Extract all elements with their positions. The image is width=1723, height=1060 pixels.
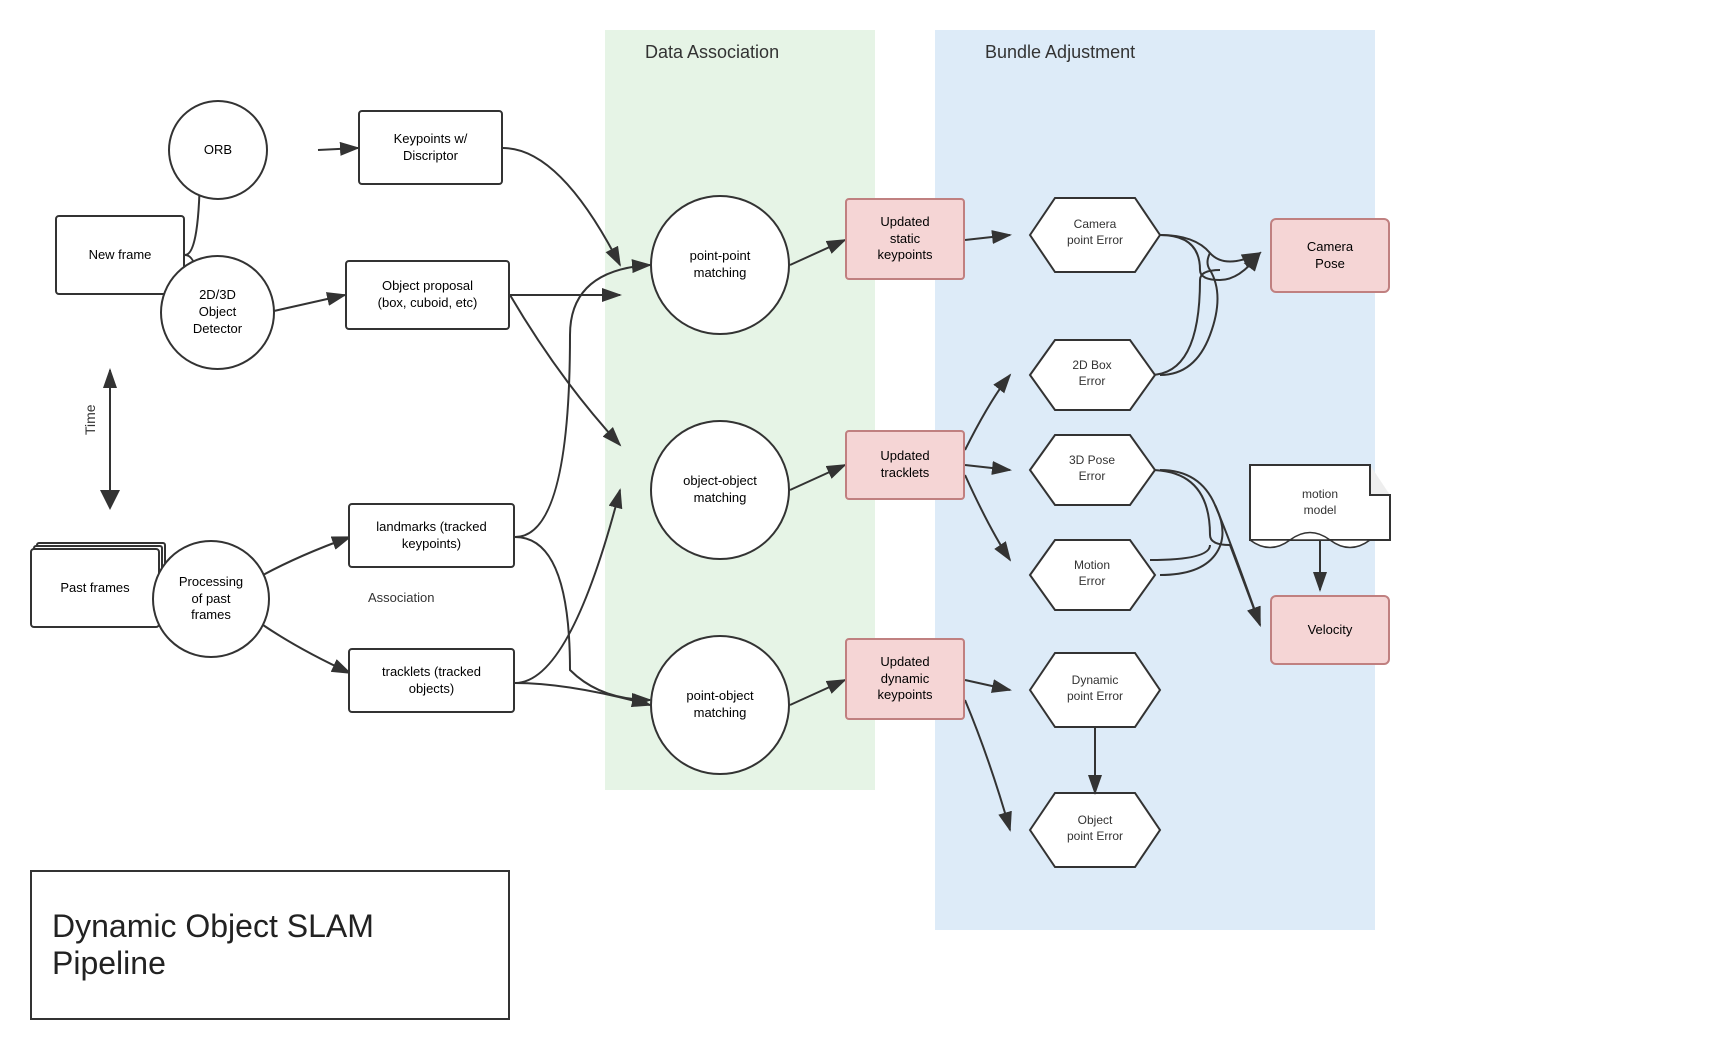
bundle-adjustment-label: Bundle Adjustment <box>985 42 1135 63</box>
landmarks-node: landmarks (tracked keypoints) <box>348 503 515 568</box>
point-point-matching-node: point-point matching <box>650 195 790 335</box>
object-proposal-node: Object proposal (box, cuboid, etc) <box>345 260 510 330</box>
legend-title: Dynamic Object SLAM Pipeline <box>52 908 488 982</box>
tracklets-node: tracklets (tracked objects) <box>348 648 515 713</box>
updated-static-keypoints-node: Updated static keypoints <box>845 198 965 280</box>
diagram-container: Data Association Bundle Adjustment Time <box>0 0 1723 1060</box>
updated-tracklets-node: Updated tracklets <box>845 430 965 500</box>
association-label: Association <box>368 590 434 605</box>
bundle-adjustment-bg <box>935 30 1375 930</box>
object-detector-node: 2D/3D Object Detector <box>160 255 275 370</box>
updated-dynamic-keypoints-node: Updated dynamic keypoints <box>845 638 965 720</box>
velocity-node: Velocity <box>1270 595 1390 665</box>
orb-node: ORB <box>168 100 268 200</box>
keypoints-node: Keypoints w/ Discriptor <box>358 110 503 185</box>
legend-box: Dynamic Object SLAM Pipeline <box>30 870 510 1020</box>
data-association-label: Data Association <box>645 42 779 63</box>
past-frames-node: Past frames <box>30 548 160 628</box>
svg-text:Time: Time <box>82 404 98 435</box>
processing-node: Processing of past frames <box>152 540 270 658</box>
camera-pose-node: Camera Pose <box>1270 218 1390 293</box>
point-object-matching-node: point-object matching <box>650 635 790 775</box>
new-frame-node: New frame <box>55 215 185 295</box>
object-object-matching-node: object-object matching <box>650 420 790 560</box>
